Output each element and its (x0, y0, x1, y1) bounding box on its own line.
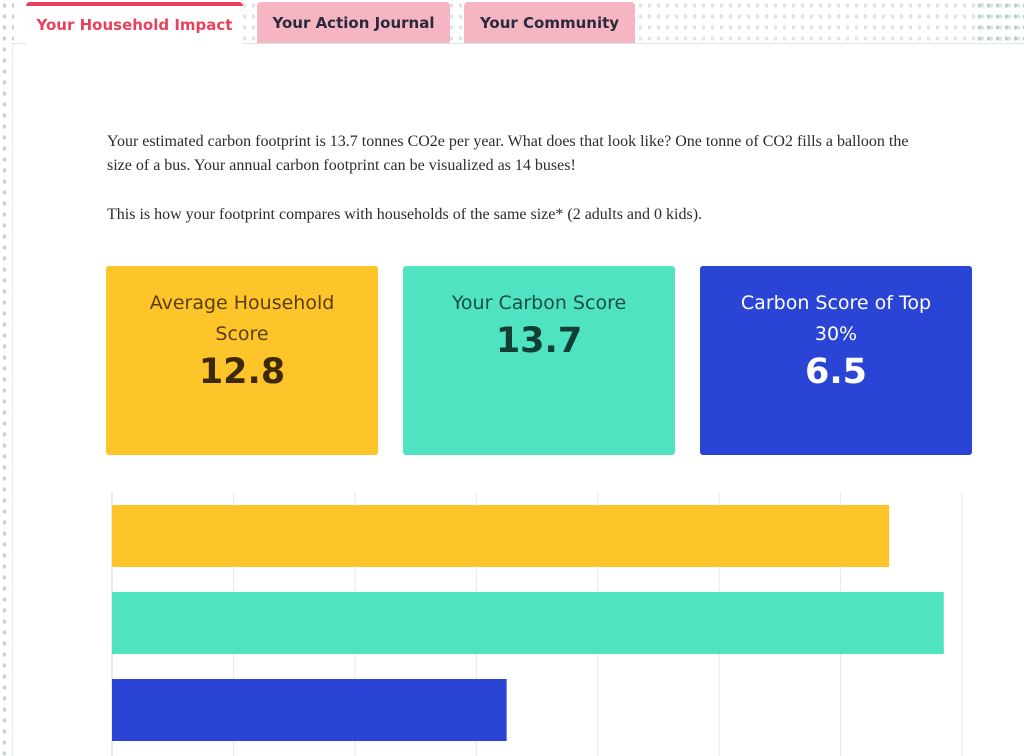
tab-household-impact[interactable]: Your Household Impact (26, 2, 243, 44)
comparison-bar-chart (111, 492, 963, 756)
chart-bar-top-30 (112, 679, 507, 741)
chart-bar-yours (112, 592, 944, 654)
chart-bar-average (112, 505, 890, 567)
